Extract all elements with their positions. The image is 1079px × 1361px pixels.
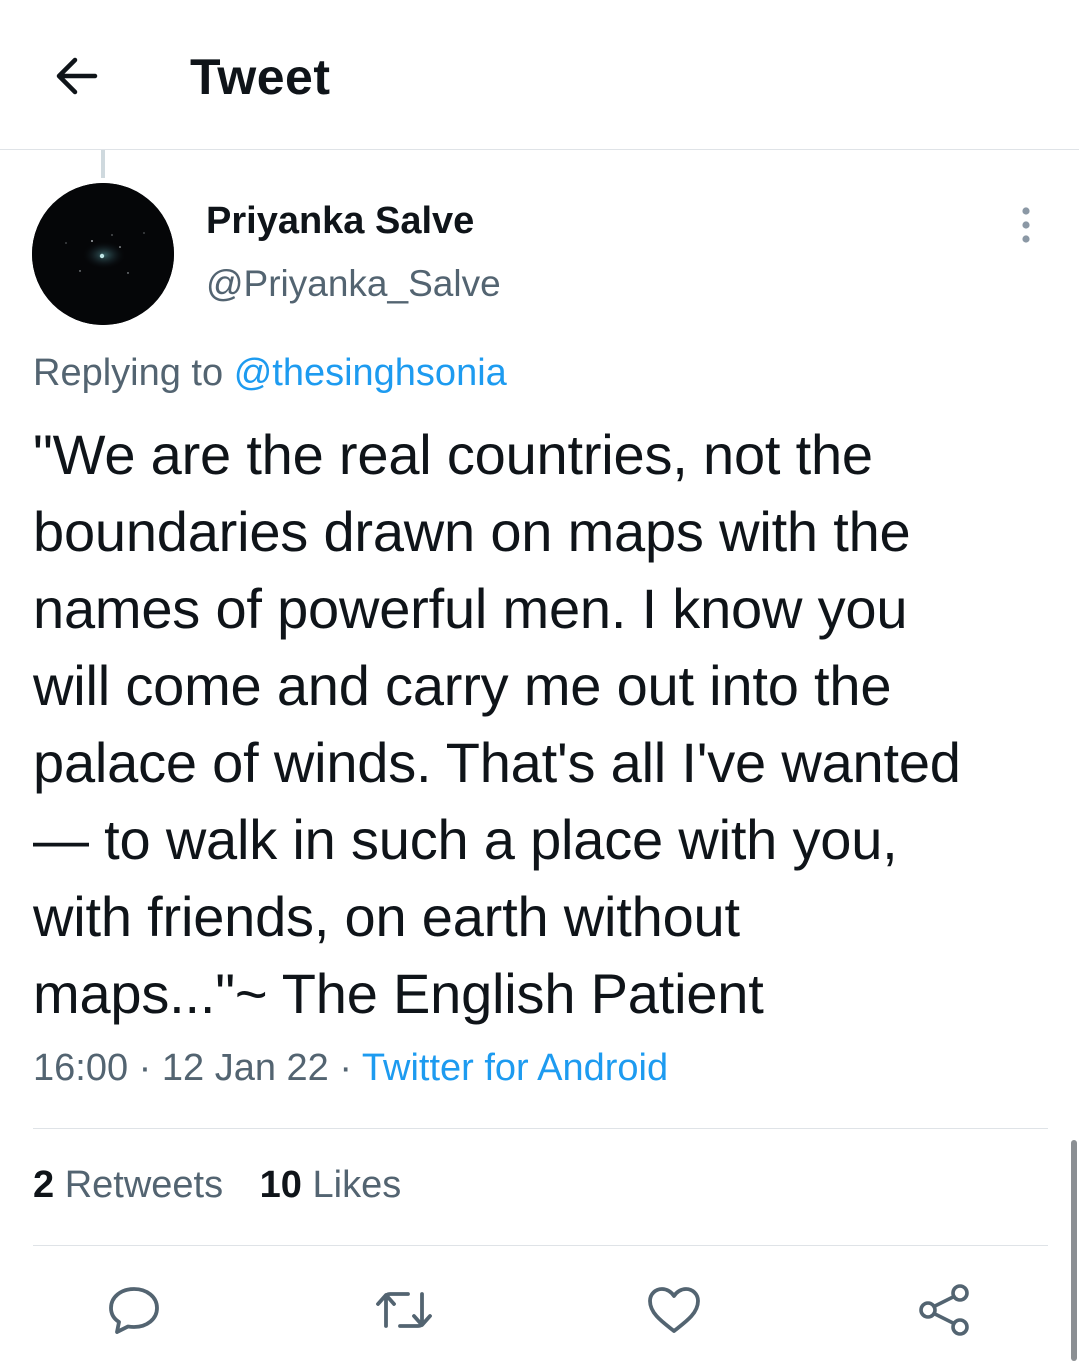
author-handle: @Priyanka_Salve bbox=[206, 263, 501, 304]
meta-separator: · bbox=[339, 1047, 353, 1089]
divider bbox=[33, 1245, 1048, 1246]
likes-count: 10 bbox=[259, 1164, 302, 1206]
avatar[interactable] bbox=[32, 183, 174, 325]
retweets-count: 2 bbox=[33, 1164, 55, 1206]
top-app-bar: Tweet bbox=[0, 0, 1079, 150]
more-vertical-icon bbox=[1022, 207, 1030, 243]
likes-label: Likes bbox=[312, 1164, 402, 1206]
more-options-button[interactable] bbox=[1006, 200, 1046, 250]
reply-button[interactable] bbox=[104, 1280, 164, 1340]
retweets-label: Retweets bbox=[64, 1164, 224, 1206]
reply-icon bbox=[109, 1287, 159, 1334]
divider bbox=[33, 1128, 1048, 1129]
tweet-time: 16:00 bbox=[33, 1047, 129, 1089]
engagement-stats: 2 Retweets 10 Likes bbox=[33, 1164, 427, 1207]
tweet-text: "We are the real countries, not the boun… bbox=[33, 423, 961, 1025]
retweet-icon bbox=[376, 1292, 432, 1328]
replying-to-line: Replying to @thesinghsonia bbox=[33, 352, 507, 395]
tweet-date: 12 Jan 22 bbox=[161, 1047, 329, 1089]
retweet-button[interactable] bbox=[374, 1280, 434, 1340]
likes-stat[interactable]: 10 Likes bbox=[260, 1164, 402, 1206]
scrollbar[interactable] bbox=[1071, 1140, 1077, 1361]
share-button[interactable] bbox=[914, 1280, 974, 1340]
meta-separator: · bbox=[138, 1047, 152, 1089]
thread-connector-line bbox=[101, 150, 105, 178]
reply-mention-link[interactable]: @thesinghsonia bbox=[234, 352, 507, 394]
like-button[interactable] bbox=[644, 1280, 704, 1340]
like-icon bbox=[648, 1287, 700, 1333]
replying-to-label: Replying to bbox=[33, 352, 224, 394]
tweet-metadata: 16:00 · 12 Jan 22 · Twitter for Android bbox=[33, 1047, 668, 1090]
tweet-source-link[interactable]: Twitter for Android bbox=[362, 1047, 668, 1089]
back-button[interactable] bbox=[44, 44, 108, 108]
author-display-name[interactable]: Priyanka Salve bbox=[206, 200, 474, 243]
night-sky-avatar bbox=[32, 183, 174, 325]
share-icon bbox=[919, 1284, 969, 1336]
page-title: Tweet bbox=[190, 49, 331, 105]
retweets-stat[interactable]: 2 Retweets bbox=[33, 1164, 223, 1206]
arrow-left-icon bbox=[56, 57, 98, 95]
